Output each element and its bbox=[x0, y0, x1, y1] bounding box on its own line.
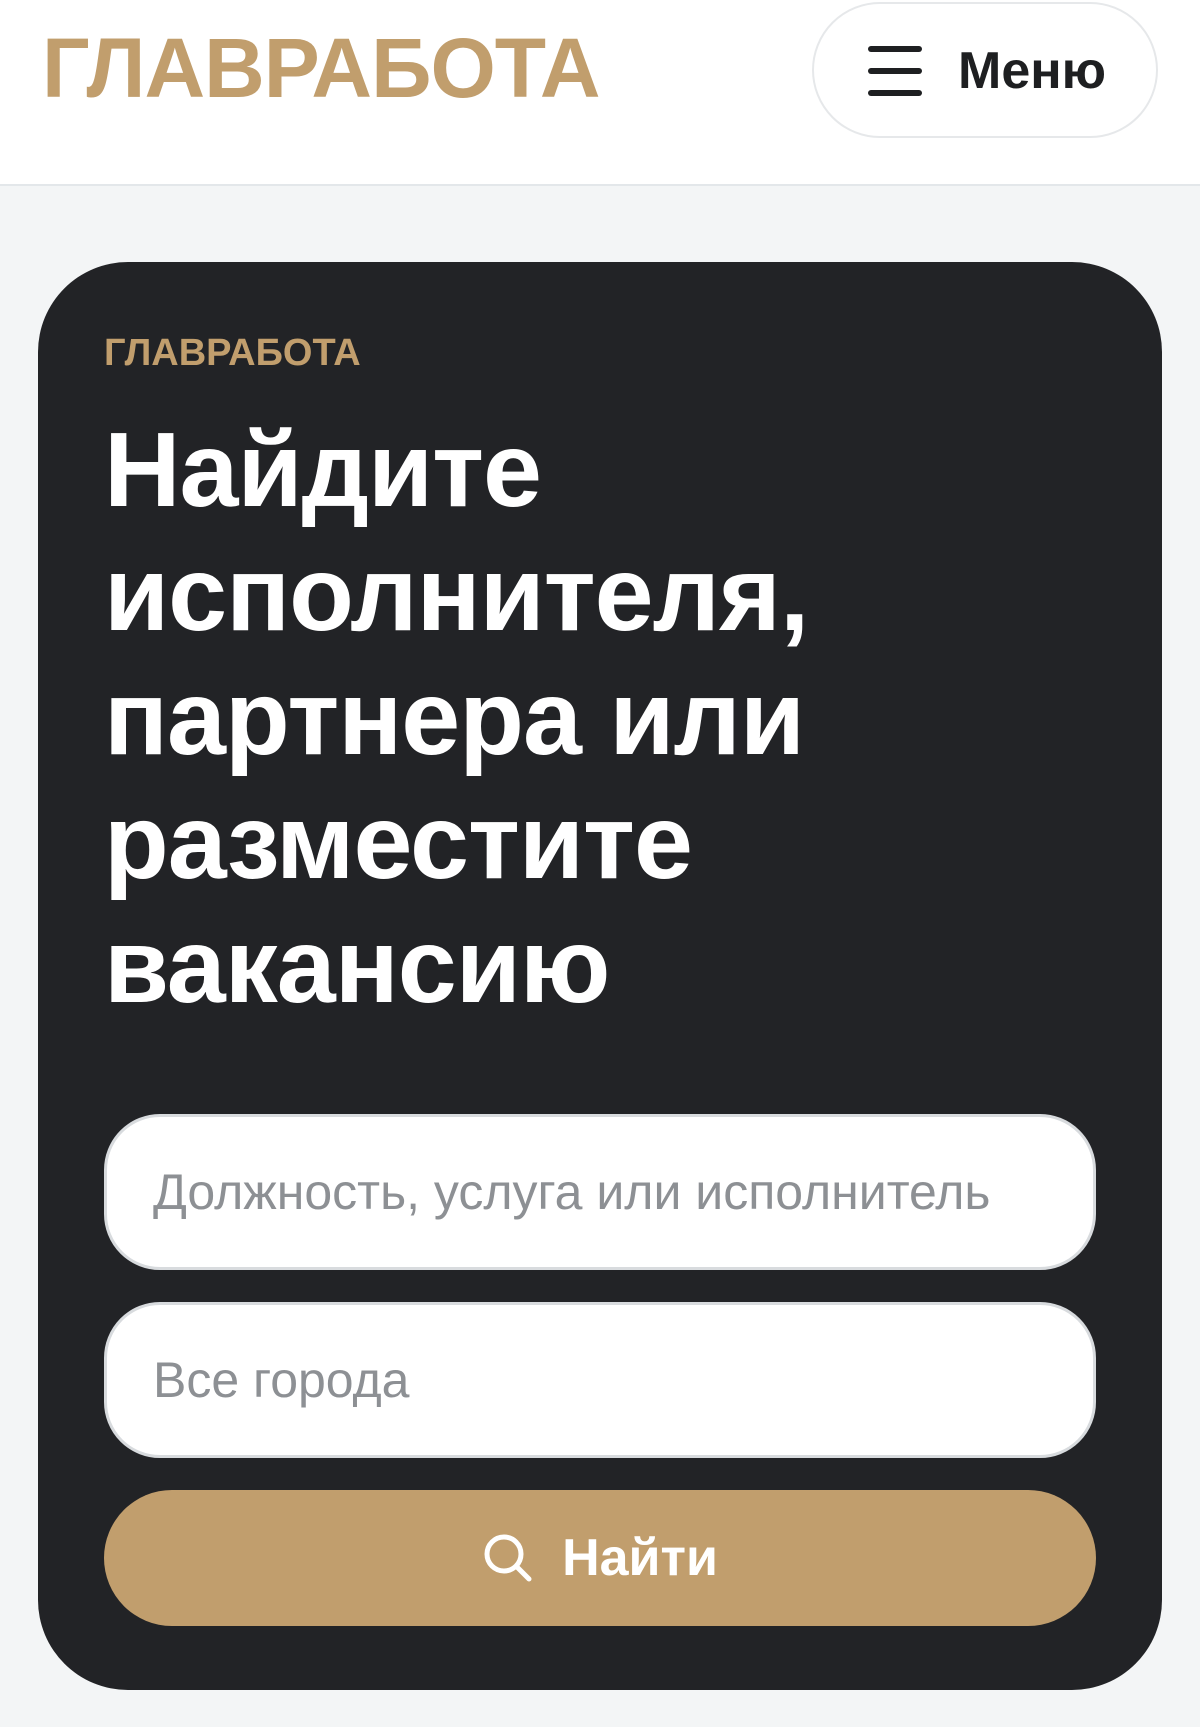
hamburger-menu-icon bbox=[868, 46, 922, 96]
hero-search-card: ГЛАВРАБОТА Найдите исполнителя, партнера… bbox=[38, 262, 1162, 1690]
city-select-input[interactable] bbox=[104, 1302, 1096, 1458]
hero-title: Найдите исполнителя, партнера или размес… bbox=[104, 411, 809, 1025]
menu-button-label: Меню bbox=[958, 42, 1107, 100]
site-header: ГЛАВРАБОТА Меню bbox=[0, 0, 1200, 186]
search-icon bbox=[484, 1534, 532, 1582]
search-button[interactable]: Найти bbox=[104, 1490, 1096, 1626]
position-search-input[interactable] bbox=[104, 1114, 1096, 1270]
menu-button[interactable]: Меню bbox=[812, 2, 1158, 138]
site-logo[interactable]: ГЛАВРАБОТА bbox=[42, 22, 600, 115]
search-button-label: Найти bbox=[562, 1529, 718, 1587]
hero-eyebrow: ГЛАВРАБОТА bbox=[104, 332, 361, 374]
